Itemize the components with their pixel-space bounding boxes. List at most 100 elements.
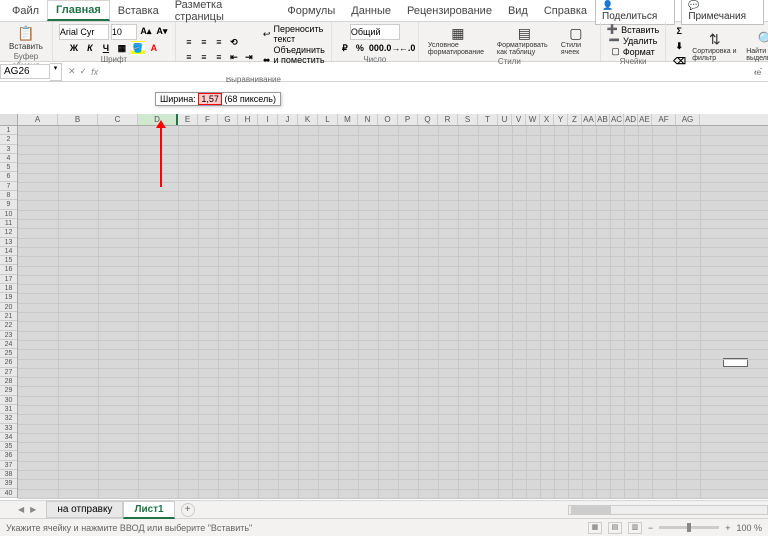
row-header-21[interactable]: 21 xyxy=(0,312,17,321)
wrap-text-button[interactable]: ↩Переносить текст xyxy=(263,24,325,44)
column-header-K[interactable]: K xyxy=(298,114,318,125)
increase-font-icon[interactable]: A▴ xyxy=(139,24,153,38)
row-header-22[interactable]: 22 xyxy=(0,321,17,330)
column-header-AB[interactable]: AB xyxy=(596,114,610,125)
column-header-C[interactable]: C xyxy=(98,114,138,125)
name-box-dropdown[interactable]: ▾ xyxy=(50,63,62,81)
row-header-31[interactable]: 31 xyxy=(0,405,17,414)
format-table-button[interactable]: ▤Форматировать как таблицу xyxy=(494,24,555,57)
row-header-40[interactable]: 40 xyxy=(0,489,17,498)
bold-button[interactable]: Ж xyxy=(67,41,81,55)
row-header-9[interactable]: 9 xyxy=(0,200,17,209)
underline-button[interactable]: Ч xyxy=(99,41,113,55)
column-header-AD[interactable]: AD xyxy=(624,114,638,125)
add-sheet-button[interactable]: + xyxy=(181,503,195,517)
column-header-B[interactable]: B xyxy=(58,114,98,125)
collapse-ribbon-icon[interactable]: ˇ xyxy=(754,67,768,76)
column-header-A[interactable]: A xyxy=(18,114,58,125)
comma-icon[interactable]: 000 xyxy=(368,41,382,55)
cancel-icon[interactable]: ✕ xyxy=(68,66,76,77)
column-header-Y[interactable]: Y xyxy=(554,114,568,125)
zoom-out-icon[interactable]: − xyxy=(648,523,653,533)
sort-filter-button[interactable]: ⇅Сортировка и фильтр xyxy=(689,30,740,63)
column-header-I[interactable]: I xyxy=(258,114,278,125)
row-header-24[interactable]: 24 xyxy=(0,340,17,349)
column-header-AC[interactable]: AC xyxy=(610,114,624,125)
font-name-select[interactable] xyxy=(59,24,109,40)
tab-formulas[interactable]: Формулы xyxy=(279,2,343,20)
tab-view[interactable]: Вид xyxy=(500,2,536,20)
dec-decimal-icon[interactable]: ←.0 xyxy=(398,41,412,55)
row-header-13[interactable]: 13 xyxy=(0,238,17,247)
row-header-5[interactable]: 5 xyxy=(0,163,17,172)
zoom-in-icon[interactable]: + xyxy=(725,523,730,533)
fill-color-button[interactable]: 🪣 xyxy=(131,41,145,55)
row-header-28[interactable]: 28 xyxy=(0,377,17,386)
paste-button[interactable]: 📋 Вставить xyxy=(6,24,46,52)
tab-file[interactable]: Файл xyxy=(4,2,47,20)
percent-icon[interactable]: % xyxy=(353,41,367,55)
row-header-20[interactable]: 20 xyxy=(0,303,17,312)
row-header-23[interactable]: 23 xyxy=(0,331,17,340)
row-header-38[interactable]: 38 xyxy=(0,470,17,479)
column-header-Q[interactable]: Q xyxy=(418,114,438,125)
row-header-4[interactable]: 4 xyxy=(0,154,17,163)
row-header-37[interactable]: 37 xyxy=(0,461,17,470)
column-header-N[interactable]: N xyxy=(358,114,378,125)
tab-help[interactable]: Справка xyxy=(536,2,595,20)
column-header-AA[interactable]: AA xyxy=(582,114,596,125)
column-header-F[interactable]: F xyxy=(198,114,218,125)
column-header-H[interactable]: H xyxy=(238,114,258,125)
normal-view-icon[interactable]: ▦ xyxy=(588,522,602,534)
orientation-icon[interactable]: ⟲ xyxy=(227,35,241,49)
row-header-2[interactable]: 2 xyxy=(0,135,17,144)
align-right-icon[interactable]: ≡ xyxy=(212,50,226,64)
fx-icon[interactable]: fx xyxy=(91,67,98,77)
tab-review[interactable]: Рецензирование xyxy=(399,2,500,20)
comments-button[interactable]: Примечания xyxy=(681,0,764,25)
row-header-8[interactable]: 8 xyxy=(0,191,17,200)
enter-icon[interactable]: ✓ xyxy=(80,66,88,77)
row-header-14[interactable]: 14 xyxy=(0,247,17,256)
align-left-icon[interactable]: ≡ xyxy=(182,50,196,64)
row-header-3[interactable]: 3 xyxy=(0,145,17,154)
cells-area[interactable] xyxy=(18,126,768,498)
font-color-button[interactable]: A xyxy=(147,41,161,55)
delete-cells-button[interactable]: ➖Удалить xyxy=(609,35,658,46)
name-box[interactable] xyxy=(0,64,50,79)
border-button[interactable]: ▦ xyxy=(115,41,129,55)
row-header-18[interactable]: 18 xyxy=(0,284,17,293)
column-header-U[interactable]: U xyxy=(498,114,512,125)
column-header-P[interactable]: P xyxy=(398,114,418,125)
column-header-T[interactable]: T xyxy=(478,114,498,125)
share-button[interactable]: Поделиться xyxy=(595,0,675,25)
format-cells-button[interactable]: ▢Формат xyxy=(611,46,655,57)
spreadsheet-grid[interactable]: ABCDEFGHIJKLMNOPQRSTUVWXYZAAABACADAEAFAG… xyxy=(0,114,768,500)
row-header-16[interactable]: 16 xyxy=(0,265,17,274)
row-header-33[interactable]: 33 xyxy=(0,424,17,433)
autosum-icon[interactable]: Σ xyxy=(672,24,686,38)
column-header-AF[interactable]: AF xyxy=(652,114,676,125)
align-center-icon[interactable]: ≡ xyxy=(197,50,211,64)
row-header-29[interactable]: 29 xyxy=(0,386,17,395)
column-header-S[interactable]: S xyxy=(458,114,478,125)
row-header-32[interactable]: 32 xyxy=(0,414,17,423)
conditional-formatting-button[interactable]: ▦Условное форматирование xyxy=(425,24,491,57)
row-header-1[interactable]: 1 xyxy=(0,126,17,135)
row-header-30[interactable]: 30 xyxy=(0,396,17,405)
column-header-X[interactable]: X xyxy=(540,114,554,125)
row-header-7[interactable]: 7 xyxy=(0,182,17,191)
row-header-15[interactable]: 15 xyxy=(0,256,17,265)
tab-insert[interactable]: Вставка xyxy=(110,2,167,20)
row-header-12[interactable]: 12 xyxy=(0,228,17,237)
insert-cells-button[interactable]: ➕Вставить xyxy=(607,24,659,35)
indent-dec-icon[interactable]: ⇤ xyxy=(227,50,241,64)
align-mid-icon[interactable]: ≡ xyxy=(197,35,211,49)
column-header-E[interactable]: E xyxy=(178,114,198,125)
row-header-39[interactable]: 39 xyxy=(0,479,17,488)
row-header-19[interactable]: 19 xyxy=(0,293,17,302)
row-header-25[interactable]: 25 xyxy=(0,349,17,358)
page-layout-icon[interactable]: ▤ xyxy=(608,522,622,534)
row-header-11[interactable]: 11 xyxy=(0,219,17,228)
fill-icon[interactable]: ⬇ xyxy=(672,39,686,53)
